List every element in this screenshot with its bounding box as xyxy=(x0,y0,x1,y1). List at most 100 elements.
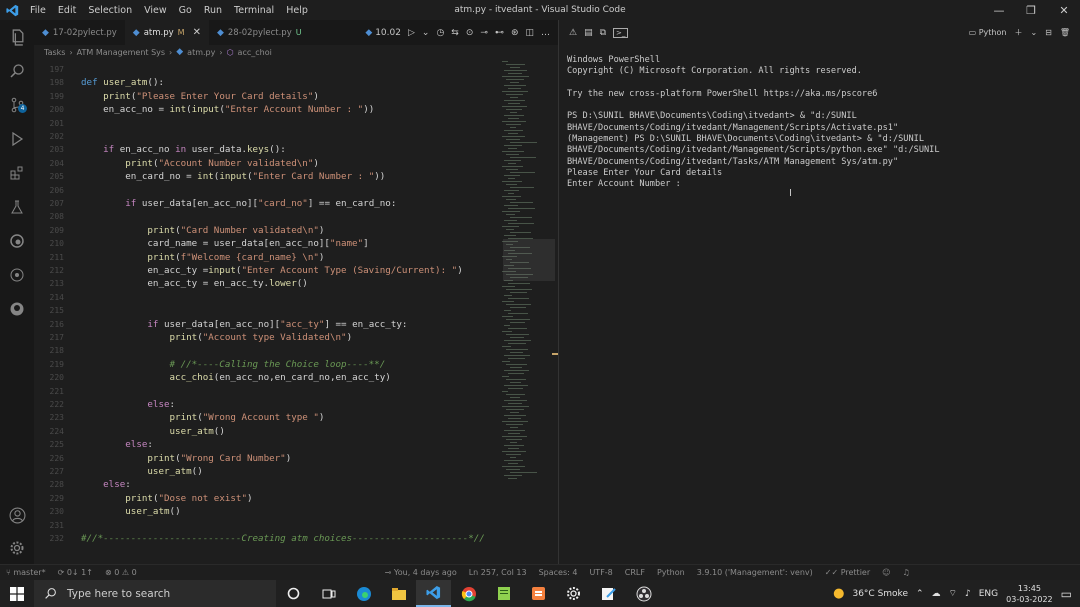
python-interpreter[interactable]: 3.9.10 ('Management': venv) xyxy=(691,568,819,577)
menu-item-edit[interactable]: Edit xyxy=(52,5,82,16)
kill-terminal-icon[interactable]: 🗑 xyxy=(1060,28,1070,37)
onedrive-icon[interactable]: ☁ xyxy=(932,589,941,599)
problems-indicator[interactable]: ⊗ 0 ⚠ 0 xyxy=(99,568,143,577)
menu-item-view[interactable]: View xyxy=(138,5,173,16)
more-actions-icon[interactable]: … xyxy=(541,28,550,38)
gitlens-icon[interactable] xyxy=(7,265,27,285)
extensions-icon[interactable] xyxy=(7,163,27,183)
restore-button[interactable]: ❐ xyxy=(1015,0,1047,20)
notepad-plus-icon[interactable] xyxy=(486,580,521,607)
run-icon[interactable]: ▷ xyxy=(408,28,415,38)
close-tab-icon[interactable]: ✕ xyxy=(193,27,201,38)
minimap-line xyxy=(508,208,535,210)
testing-icon[interactable] xyxy=(7,197,27,217)
notifications-icon[interactable]: ▭ xyxy=(1061,587,1072,601)
breadcrumb-item[interactable]: acc_choi xyxy=(238,48,272,57)
commit-icon[interactable]: ⊙ xyxy=(466,28,474,38)
tab-atm[interactable]: ◆ atm.py M ✕ xyxy=(124,20,209,45)
terminal-profile[interactable]: ▭ Python xyxy=(969,28,1007,37)
timeline-icon[interactable]: ◷ xyxy=(436,28,444,38)
run-debug-icon[interactable] xyxy=(7,129,27,149)
code-text: if en_acc_no in user_data.keys(): xyxy=(103,144,286,156)
feedback-icon[interactable]: ☺ xyxy=(876,568,896,577)
git-blame[interactable]: ⊸ You, 4 days ago xyxy=(379,568,463,577)
obs-icon[interactable] xyxy=(626,580,661,607)
weather-icon[interactable]: ● xyxy=(833,586,844,601)
minimap-line xyxy=(510,322,525,324)
minimap-line xyxy=(510,457,516,459)
account-icon[interactable] xyxy=(7,505,27,525)
minimap-line xyxy=(502,361,510,363)
minimap-line xyxy=(502,76,529,78)
language-mode[interactable]: Python xyxy=(651,568,691,577)
menu-item-run[interactable]: Run xyxy=(198,5,228,16)
chevron-down-icon[interactable]: ⌄ xyxy=(1030,28,1037,37)
cursor-position[interactable]: Ln 257, Col 13 xyxy=(463,568,533,577)
file-icon[interactable]: ▤ xyxy=(584,28,593,38)
line-number: 211 xyxy=(49,252,64,262)
clock[interactable]: 13:45 03-03-2022 xyxy=(1006,583,1053,605)
edge-browser-icon[interactable] xyxy=(346,580,381,607)
indentation[interactable]: Spaces: 4 xyxy=(533,568,584,577)
code-area[interactable]: 197 198 def user_atm(): 199 print("Please E… xyxy=(34,59,558,564)
network-icon[interactable]: ⌔ xyxy=(949,588,957,599)
menu-item-selection[interactable]: Selection xyxy=(82,5,138,16)
encoding[interactable]: UTF-8 xyxy=(583,568,618,577)
vscode-taskbar-icon[interactable] xyxy=(416,580,451,607)
sync-indicator[interactable]: ⟳ 0↓ 1↑ xyxy=(52,568,99,577)
menu-item-file[interactable]: File xyxy=(24,5,52,16)
minimap-line xyxy=(510,67,520,69)
breadcrumb-item[interactable]: Tasks xyxy=(44,48,65,57)
close-window-button[interactable]: ✕ xyxy=(1048,0,1080,20)
line-number: 223 xyxy=(49,413,64,423)
explorer-icon[interactable] xyxy=(7,27,27,47)
prettier-status[interactable]: ✓✓ Prettier xyxy=(819,568,876,577)
next-change-icon[interactable]: ⊷ xyxy=(495,28,504,38)
terminal-icon[interactable]: >_ xyxy=(613,27,629,38)
breadcrumb-item[interactable]: atm.py xyxy=(187,48,215,57)
warning-icon[interactable]: ⚠ xyxy=(569,28,577,38)
branch-indicator[interactable]: ⑂ master* xyxy=(0,568,52,577)
editor-app-icon[interactable] xyxy=(591,580,626,607)
breadcrumb-item[interactable]: ATM Management Sys xyxy=(77,48,165,57)
volume-icon[interactable]: ♪ xyxy=(965,589,971,599)
edge-devtools-icon[interactable] xyxy=(7,231,27,251)
chevron-up-icon[interactable]: ⌃ xyxy=(916,589,924,599)
toggle-blame-icon[interactable]: ⊛ xyxy=(511,28,519,38)
chevron-down-icon[interactable]: ⌄ xyxy=(422,28,430,38)
copy-icon[interactable]: ⧉ xyxy=(600,28,606,38)
tab-17-02pylect[interactable]: ◆ 17-02pylect.py xyxy=(34,20,125,45)
minimap-line xyxy=(502,376,509,378)
split-editor-icon[interactable]: ◫ xyxy=(525,28,534,38)
source-control-icon[interactable]: 4 xyxy=(7,95,27,115)
minimap-line xyxy=(504,70,527,72)
settings-gear-icon[interactable] xyxy=(7,538,27,558)
python-run-indicator[interactable]: ◆ 10.02 xyxy=(365,28,401,38)
menu-item-terminal[interactable]: Terminal xyxy=(228,5,280,16)
cortana-icon[interactable] xyxy=(276,580,311,607)
taskbar-search-box[interactable]: Type here to search xyxy=(34,580,276,607)
minimap-slider[interactable] xyxy=(503,239,555,281)
tab-label: 28-02pylect.py xyxy=(227,27,292,38)
minimize-button[interactable]: — xyxy=(983,0,1015,20)
end-of-line[interactable]: CRLF xyxy=(619,568,651,577)
chrome-icon[interactable] xyxy=(451,580,486,607)
weather-label[interactable]: 36°C Smoke xyxy=(852,589,908,599)
tab-28-02pylect[interactable]: ◆ 28-02pylect.py U xyxy=(209,20,310,45)
menu-item-help[interactable]: Help xyxy=(280,5,314,16)
settings-icon[interactable] xyxy=(556,580,591,607)
sublime-icon[interactable] xyxy=(521,580,556,607)
new-terminal-icon[interactable]: ＋ xyxy=(1014,27,1022,38)
task-view-icon[interactable] xyxy=(311,580,346,607)
file-explorer-icon[interactable] xyxy=(381,580,416,607)
split-terminal-icon[interactable]: ⊟ xyxy=(1045,28,1052,37)
compare-icon[interactable]: ⇆ xyxy=(451,28,459,38)
search-icon[interactable] xyxy=(7,61,27,81)
language-indicator[interactable]: ENG xyxy=(979,589,998,599)
notifications-bell-icon[interactable]: ♫ xyxy=(896,568,915,577)
previous-change-icon[interactable]: ⊸ xyxy=(480,28,488,38)
windows-start-icon[interactable] xyxy=(0,580,34,607)
menu-item-go[interactable]: Go xyxy=(173,5,198,16)
github-icon[interactable] xyxy=(7,299,27,319)
terminal-output[interactable]: Windows PowerShell Copyright (C) Microso… xyxy=(559,45,1080,201)
